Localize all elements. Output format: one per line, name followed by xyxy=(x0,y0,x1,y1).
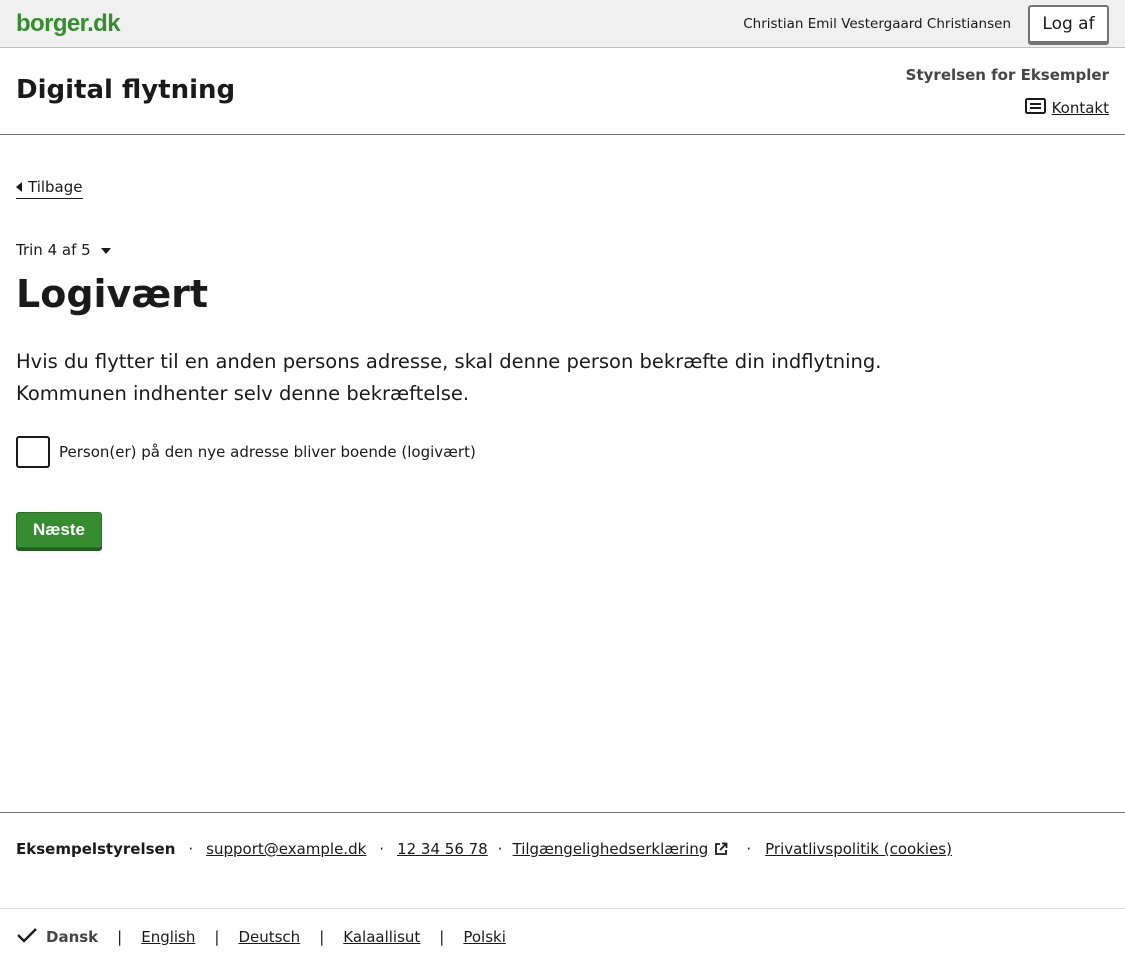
language-separator: | xyxy=(214,928,220,946)
contact-link[interactable]: Kontakt xyxy=(1024,98,1109,118)
footer-separator: · xyxy=(497,840,503,858)
intro-line-2: Kommunen indhenter selv denne bekræftels… xyxy=(16,382,470,405)
logout-button[interactable]: Log af xyxy=(1028,5,1109,43)
contact-label: Kontakt xyxy=(1051,99,1109,117)
footer-phone-link[interactable]: 12 34 56 78 xyxy=(397,840,488,858)
logivaert-checkbox-label[interactable]: Person(er) på den nye adresse bliver boe… xyxy=(59,443,476,461)
step-label: Trin 4 af 5 xyxy=(16,241,91,259)
site-header: Digital flytning Styrelsen for Eksempler… xyxy=(0,48,1125,135)
footer-email-link[interactable]: support@example.dk xyxy=(206,840,366,858)
language-polski-link[interactable]: Polski xyxy=(463,928,506,946)
language-english-link[interactable]: English xyxy=(141,928,195,946)
next-button[interactable]: Næste xyxy=(16,512,102,548)
language-separator: | xyxy=(439,928,445,946)
footer-org: Eksempelstyrelsen xyxy=(16,840,176,858)
logivaert-checkbox-row[interactable]: Person(er) på den nye adresse bliver boe… xyxy=(16,436,476,468)
user-name: Christian Emil Vestergaard Christiansen xyxy=(743,16,1011,32)
footer-separator: · xyxy=(746,840,752,858)
intro-text: Hvis du flytter til en anden persons adr… xyxy=(16,346,896,410)
caret-down-icon xyxy=(100,248,111,254)
footer-privacy-link[interactable]: Privatlivspolitik (cookies) xyxy=(765,840,952,858)
caret-left-icon xyxy=(16,182,22,192)
language-current-label: Dansk xyxy=(46,928,99,946)
back-link[interactable]: Tilbage xyxy=(16,178,83,199)
language-separator: | xyxy=(117,928,123,946)
authority-name: Styrelsen for Eksempler xyxy=(905,66,1109,84)
back-label: Tilbage xyxy=(28,178,83,196)
footer-contact-row: Eksempelstyrelsen · support@example.dk ·… xyxy=(16,840,952,858)
language-kalaallisut-link[interactable]: Kalaallisut xyxy=(343,928,420,946)
step-indicator[interactable]: Trin 4 af 5 xyxy=(16,241,111,259)
language-selector: Dansk | English | Deutsch | Kalaallisut … xyxy=(16,927,506,947)
language-deutsch-link[interactable]: Deutsch xyxy=(238,928,300,946)
footer-accessibility-link[interactable]: Tilgængelighedserklæring xyxy=(513,840,709,858)
footer-separator: · xyxy=(188,840,194,858)
language-current: Dansk xyxy=(16,927,98,947)
language-divider xyxy=(0,908,1125,909)
site-footer: Eksempelstyrelsen · support@example.dk ·… xyxy=(0,812,1125,961)
footer-separator: · xyxy=(379,840,385,858)
page-title: Logivært xyxy=(16,272,209,316)
intro-line-1: Hvis du flytter til en anden persons adr… xyxy=(16,350,882,373)
language-separator: | xyxy=(319,928,325,946)
external-link-icon xyxy=(714,842,728,856)
borger-logo[interactable]: borger.dk xyxy=(16,10,121,38)
app-title: Digital flytning xyxy=(16,75,236,105)
top-bar: borger.dk Christian Emil Vestergaard Chr… xyxy=(0,0,1125,48)
logivaert-checkbox[interactable] xyxy=(16,436,50,468)
contact-card-icon xyxy=(1024,98,1046,118)
checkmark-icon xyxy=(16,927,38,947)
